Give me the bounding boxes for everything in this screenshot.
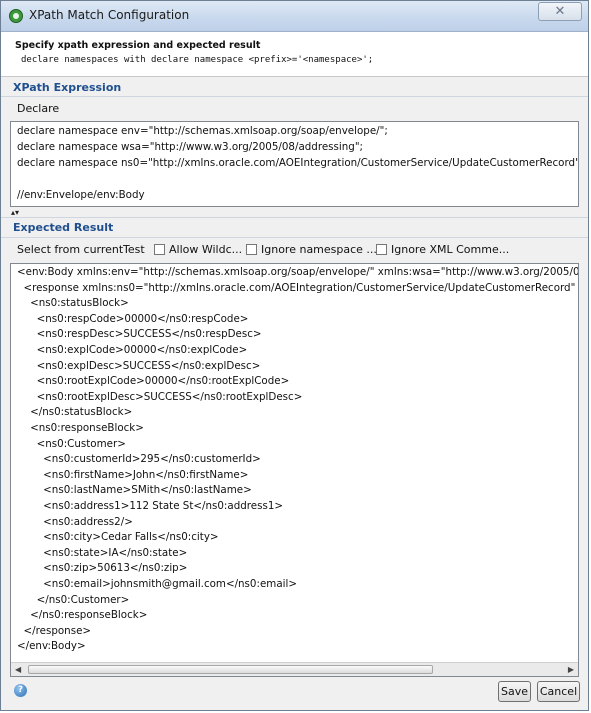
xpath-toolbar: Declare bbox=[9, 98, 582, 120]
xml-line: </ns0:Customer> bbox=[17, 593, 130, 606]
ignore-xml-comments-checkbox[interactable]: Ignore XML Comme... bbox=[376, 243, 509, 256]
xml-line: <ns0:email>johnsmith@gmail.com</ns0:emai… bbox=[17, 578, 297, 590]
test-button[interactable]: Test bbox=[123, 243, 145, 256]
xpath-line: declare namespace wsa="http://www.w3.org… bbox=[17, 141, 364, 153]
xpath-line: declare namespace env="http://schemas.xm… bbox=[17, 125, 388, 137]
xml-line: <ns0:responseBlock> bbox=[17, 422, 144, 434]
xml-line: <ns0:explDesc>SUCCESS</ns0:explDesc> bbox=[17, 359, 261, 372]
expected-result-section-title: Expected Result bbox=[13, 221, 114, 234]
scrollbar-thumb[interactable] bbox=[28, 665, 433, 674]
allow-wildcards-label: Allow Wildc... bbox=[169, 243, 243, 256]
checkbox-icon bbox=[246, 244, 257, 255]
horizontal-scrollbar[interactable]: ◀ ▶ bbox=[11, 662, 578, 676]
xml-line: <ns0:zip>50613</ns0:zip> bbox=[17, 562, 188, 575]
checkbox-icon bbox=[154, 244, 165, 255]
window-title: XPath Match Configuration bbox=[29, 8, 190, 22]
xpath-section-title: XPath Expression bbox=[13, 81, 122, 94]
dialog-header: Specify xpath expression and expected re… bbox=[1, 32, 588, 77]
xml-line: <ns0:address1>112 State St</ns0:address1… bbox=[17, 500, 284, 512]
title-bar[interactable]: XPath Match Configuration ✕ bbox=[1, 1, 588, 32]
xml-line: <ns0:city>Cedar Falls</ns0:city> bbox=[17, 531, 219, 544]
xml-line: </response> bbox=[17, 624, 92, 637]
checkbox-icon bbox=[376, 244, 387, 255]
xpath-line: declare namespace ns0="http://xmlns.orac… bbox=[17, 157, 579, 169]
xml-line: <ns0:address2/> bbox=[17, 515, 133, 528]
help-icon[interactable]: ? bbox=[14, 684, 27, 697]
declare-button[interactable]: Declare bbox=[17, 102, 59, 115]
ignore-xml-comments-label: Ignore XML Comme... bbox=[391, 243, 510, 256]
scroll-right-icon[interactable]: ▶ bbox=[568, 665, 574, 674]
ignore-namespace-label: Ignore namespace ... bbox=[261, 243, 377, 256]
splitter-handle[interactable]: ▴▾ bbox=[11, 208, 19, 217]
xml-line: <ns0:rootExplCode>00000</ns0:rootExplCod… bbox=[17, 375, 290, 388]
scroll-left-icon[interactable]: ◀ bbox=[15, 665, 21, 674]
expected-divider bbox=[1, 237, 588, 238]
expected-result-editor[interactable]: <env:Body xmlns:env="http://schemas.xmls… bbox=[10, 263, 579, 677]
ignore-namespace-checkbox[interactable]: Ignore namespace ... bbox=[246, 243, 377, 256]
close-button[interactable]: ✕ bbox=[538, 2, 582, 21]
xml-line: <ns0:lastName>SMith</ns0:lastName> bbox=[17, 484, 252, 497]
cancel-button[interactable]: Cancel bbox=[537, 681, 580, 702]
save-button[interactable]: Save bbox=[498, 681, 531, 702]
xml-line: <ns0:respDesc>SUCCESS</ns0:respDesc> bbox=[17, 328, 262, 341]
section-divider bbox=[1, 217, 588, 218]
xml-line: <ns0:customerId>295</ns0:customerId> bbox=[17, 453, 261, 466]
header-subtitle: declare namespaces with declare namespac… bbox=[21, 55, 374, 65]
xpath-expression-editor[interactable]: declare namespace env="http://schemas.xm… bbox=[10, 121, 579, 207]
select-from-current-button[interactable]: Select from current bbox=[17, 243, 123, 256]
xml-line: <ns0:state>IA</ns0:state> bbox=[17, 546, 188, 559]
xml-line: </env:Body> bbox=[17, 640, 86, 653]
xpath-line: //env:Envelope/env:Body bbox=[17, 189, 145, 201]
xml-line: </ns0:statusBlock> bbox=[17, 406, 133, 419]
allow-wildcards-checkbox[interactable]: Allow Wildc... bbox=[154, 243, 242, 256]
xml-line: <ns0:explCode>00000</ns0:explCode> bbox=[17, 344, 248, 356]
expected-toolbar: Select from current Test Allow Wildc... … bbox=[9, 239, 582, 261]
xpath-divider bbox=[1, 96, 588, 97]
xml-line: <ns0:rootExplDesc>SUCCESS</ns0:rootExplD… bbox=[17, 390, 303, 403]
app-icon bbox=[9, 9, 23, 23]
xml-line: <ns0:statusBlock> bbox=[17, 297, 129, 310]
xml-line: <ns0:respCode>00000</ns0:respCode> bbox=[17, 312, 249, 325]
xml-line: <response xmlns:ns0="http://xmlns.oracle… bbox=[17, 281, 579, 294]
xpath-match-dialog: XPath Match Configuration ✕ Specify xpat… bbox=[0, 0, 589, 711]
xml-line: <ns0:Customer> bbox=[17, 437, 126, 450]
header-title: Specify xpath expression and expected re… bbox=[15, 40, 261, 51]
xml-line: </ns0:responseBlock> bbox=[17, 609, 148, 622]
xml-line: <ns0:firstName>John</ns0:firstName> bbox=[17, 468, 249, 481]
xml-line: <env:Body xmlns:env="http://schemas.xmls… bbox=[17, 266, 579, 278]
